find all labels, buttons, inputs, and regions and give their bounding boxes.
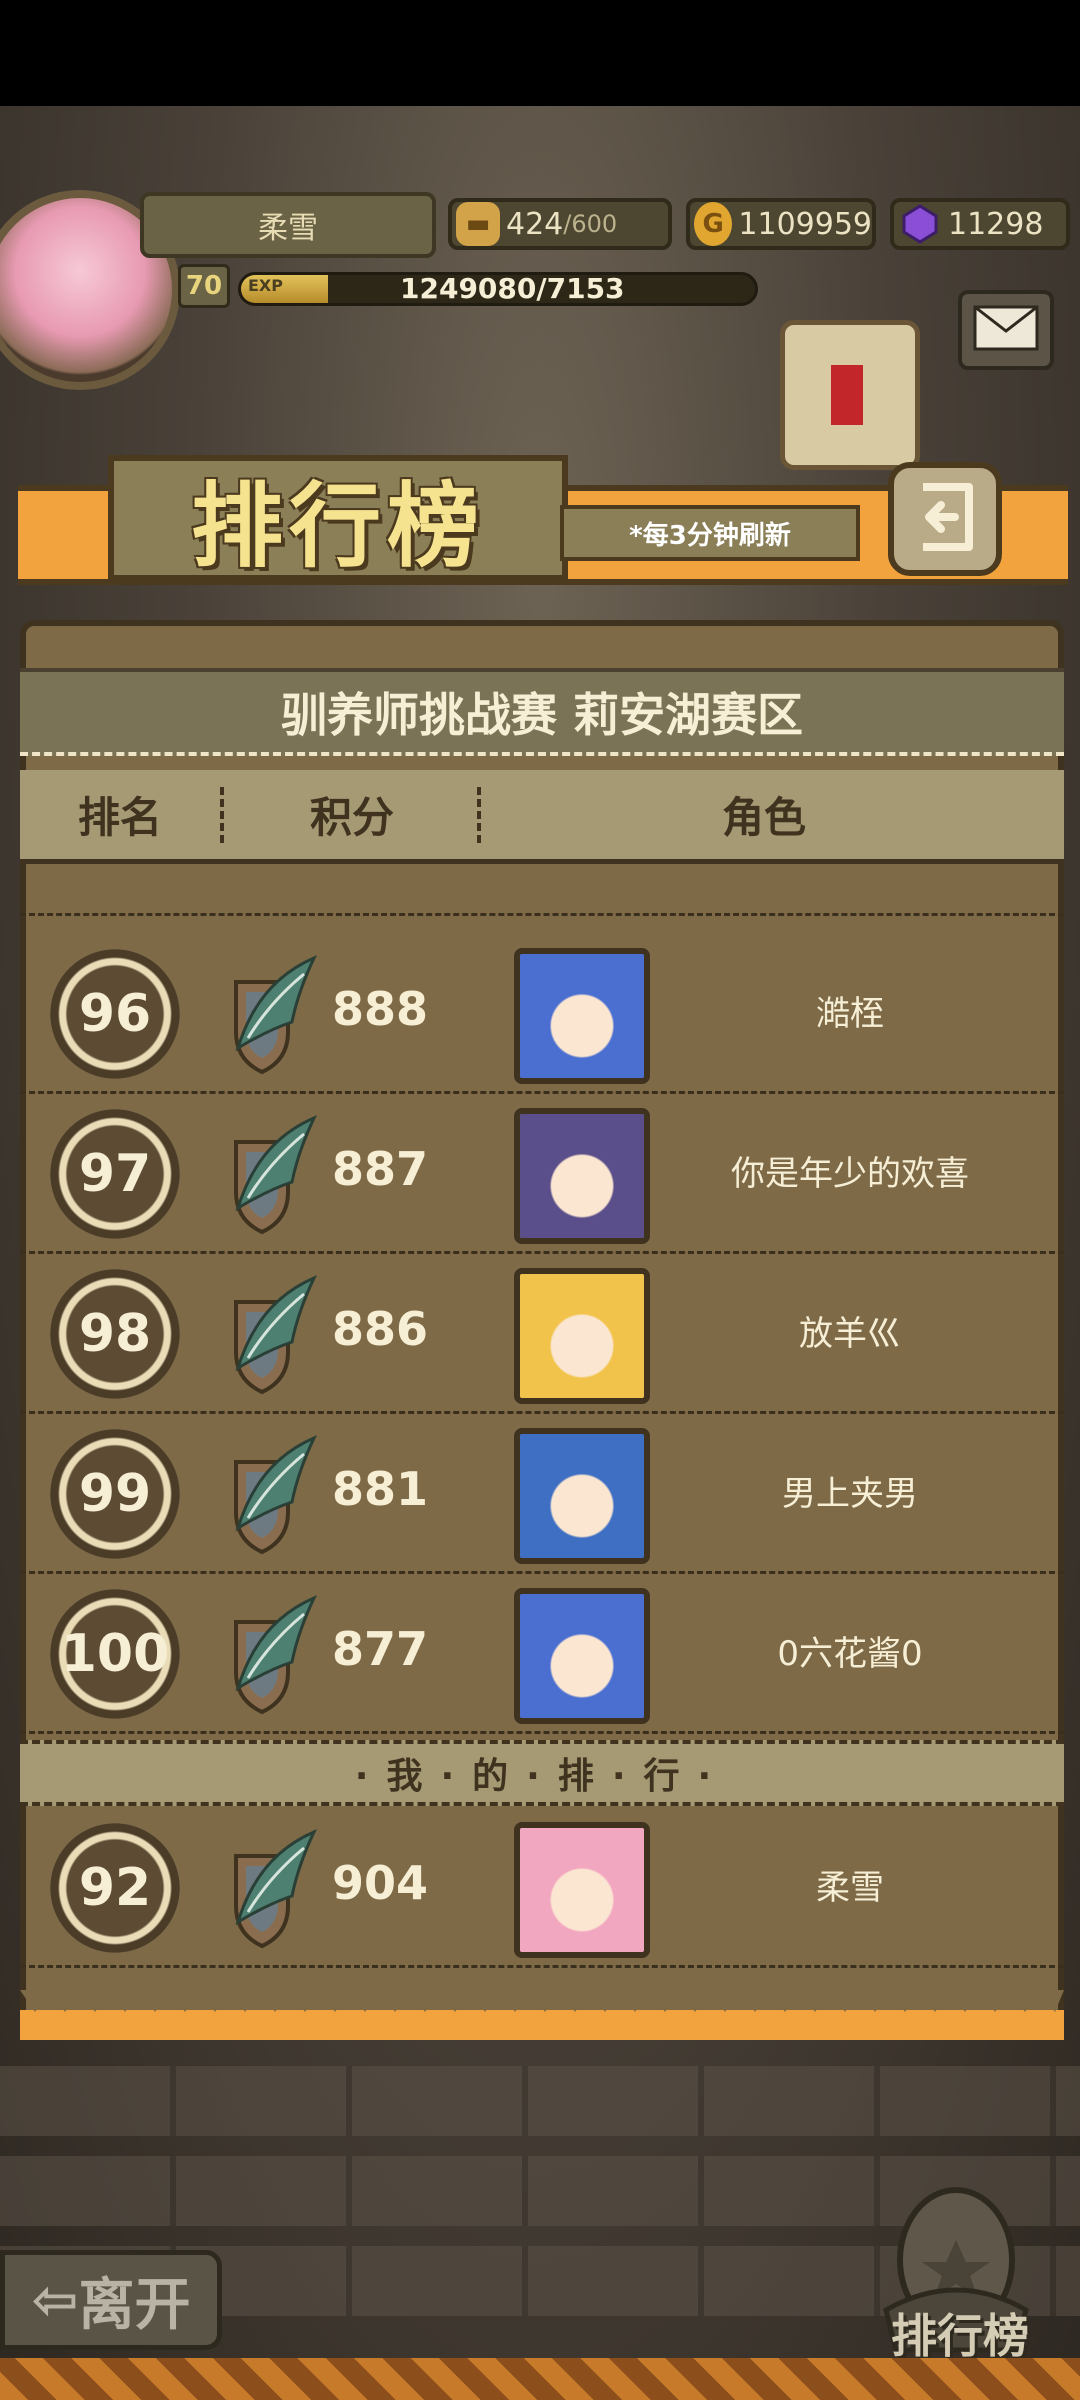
gold-value: 1109959 xyxy=(738,206,872,242)
player-portrait[interactable] xyxy=(514,1428,650,1564)
col-score-header: 积分 xyxy=(309,793,394,842)
role-name: 澔桎 xyxy=(816,994,884,1034)
mail-button[interactable] xyxy=(958,290,1054,370)
rank-medal: 100 xyxy=(50,1589,180,1719)
table-row-partial xyxy=(20,866,1064,916)
role-name: 你是年少的欢喜 xyxy=(731,1154,969,1194)
wing-shield-icon xyxy=(218,1432,318,1556)
status-bar xyxy=(0,0,1080,106)
board-title: 驯养师挑战赛 莉安湖赛区 xyxy=(280,688,803,742)
gem-counter[interactable]: 11298 xyxy=(890,198,1070,250)
rank-medal: 99 xyxy=(50,1429,180,1559)
arrow-left-icon: ⇦ xyxy=(31,2267,79,2333)
table-row[interactable]: 98 886 放羊巛 xyxy=(20,1254,1064,1414)
wing-shield-icon xyxy=(218,952,318,1076)
table-row[interactable]: 97 887 你是年少的欢喜 xyxy=(20,1094,1064,1254)
wing-shield-icon xyxy=(218,1592,318,1716)
rank-medal: 92 xyxy=(50,1823,180,1953)
envelope-icon xyxy=(973,305,1039,355)
col-rank-header: 排名 xyxy=(77,793,162,842)
back-button[interactable] xyxy=(888,462,1002,576)
stamina-max: /600 xyxy=(563,210,618,238)
stamina-counter[interactable]: ▬ 424 /600 xyxy=(448,198,672,250)
role-name: 0六花酱0 xyxy=(777,1634,923,1674)
portrait-image xyxy=(520,1114,644,1238)
column-header: 排名 积分 角色 xyxy=(20,770,1064,864)
purple-gem-icon xyxy=(898,202,942,246)
role-name: 柔雪 xyxy=(816,1868,884,1908)
player-portrait[interactable] xyxy=(514,948,650,1084)
my-rank-row[interactable]: 92 904 柔雪 xyxy=(20,1808,1064,1968)
player-portrait[interactable] xyxy=(514,1822,650,1958)
exp-value: 1249080/7153 xyxy=(400,272,625,305)
level-badge: 70 xyxy=(178,264,230,308)
gem-value: 11298 xyxy=(948,206,1044,242)
my-rank-divider: ·我·的·排·行· xyxy=(20,1740,1064,1806)
ranking-button-label: 排行榜 xyxy=(891,2309,1029,2363)
score-value: 877 xyxy=(332,1622,429,1676)
rank-medal: 96 xyxy=(50,949,180,1079)
portrait-image xyxy=(520,1594,644,1718)
column-divider xyxy=(477,786,484,843)
role-name: 放羊巛 xyxy=(799,1314,901,1354)
leave-label: 离开 xyxy=(78,2272,191,2338)
player-name-plate: 柔雪 xyxy=(140,192,436,258)
board-header: 驯养师挑战赛 莉安湖赛区 xyxy=(20,668,1064,756)
column-divider xyxy=(220,786,227,843)
wing-shield-icon xyxy=(218,1112,318,1236)
portrait-image xyxy=(520,1274,644,1398)
player-name: 柔雪 xyxy=(258,211,318,246)
refresh-note: *每3分钟刷新 xyxy=(560,505,860,561)
title-plate: 排行榜 xyxy=(108,455,568,581)
player-portrait[interactable] xyxy=(514,1108,650,1244)
wing-shield-icon xyxy=(218,1826,318,1950)
rank-medal: 98 xyxy=(50,1269,180,1399)
score-value: 887 xyxy=(332,1142,429,1196)
portrait-image xyxy=(520,1828,644,1952)
player-portrait[interactable] xyxy=(514,1588,650,1724)
role-name: 男上夹男 xyxy=(782,1474,918,1514)
wing-shield-icon xyxy=(218,1272,318,1396)
bread-icon: ▬ xyxy=(456,202,500,246)
zigzag-border xyxy=(20,1990,1064,2040)
bottom-decor-strip xyxy=(0,2358,1080,2400)
table-row[interactable]: 100 877 0六花酱0 xyxy=(20,1574,1064,1734)
score-value: 888 xyxy=(332,982,429,1036)
rank-medal: 97 xyxy=(50,1109,180,1239)
return-arrow-icon xyxy=(909,481,981,557)
gold-counter[interactable]: G 1109959 xyxy=(686,198,876,250)
portrait-image xyxy=(520,954,644,1078)
table-row[interactable]: 96 888 澔桎 xyxy=(20,934,1064,1094)
score-value: 886 xyxy=(332,1302,429,1356)
score-value: 904 xyxy=(332,1856,429,1910)
portrait-image xyxy=(520,1434,644,1558)
player-portrait[interactable] xyxy=(514,1268,650,1404)
leave-button[interactable]: ⇦ 离开 xyxy=(0,2250,222,2350)
col-role-header: 角色 xyxy=(721,793,806,842)
score-value: 881 xyxy=(332,1462,429,1516)
exp-label: EXP xyxy=(248,276,283,295)
quest-scroll-icon[interactable] xyxy=(780,320,920,470)
page-title: 排行榜 xyxy=(190,472,485,580)
table-row[interactable]: 99 881 男上夹男 xyxy=(20,1414,1064,1574)
gold-coin-icon: G xyxy=(694,202,733,246)
stamina-value: 424 xyxy=(506,206,564,242)
